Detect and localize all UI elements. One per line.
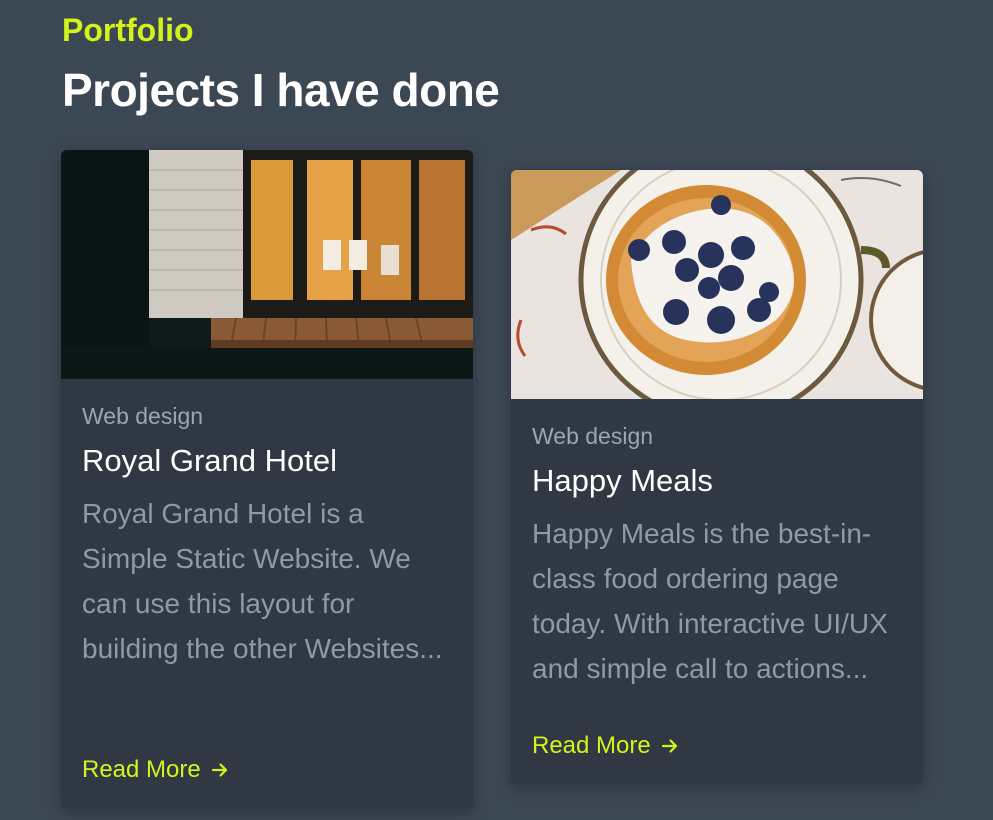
project-category: Web design	[82, 403, 204, 429]
read-more-label: Read More	[532, 732, 651, 759]
project-card-happy-meals: Web design Happy Meals Happy Meals is th…	[511, 170, 923, 784]
section-title: Projects I have done	[62, 64, 500, 116]
arrow-right-icon	[661, 739, 677, 753]
project-description: Royal Grand Hotel is a Simple Static Web…	[82, 498, 443, 664]
read-more-link[interactable]: Read More	[82, 755, 229, 785]
card-body: Web design Royal Grand Hotel Royal Grand…	[61, 401, 473, 671]
section-eyebrow: Portfolio	[62, 12, 194, 48]
project-description: Happy Meals is the best-in-class food or…	[532, 518, 888, 684]
read-more-label: Read More	[82, 756, 201, 783]
project-card-royal-grand-hotel: Web design Royal Grand Hotel Royal Grand…	[61, 150, 473, 809]
project-title: Royal Grand Hotel	[82, 443, 338, 478]
hotel-house-image	[61, 150, 473, 379]
project-category: Web design	[532, 423, 654, 449]
project-title: Happy Meals	[532, 463, 713, 498]
arrow-right-icon	[211, 763, 227, 777]
pancakes-image	[511, 170, 923, 399]
read-more-link[interactable]: Read More	[532, 731, 679, 761]
card-body: Web design Happy Meals Happy Meals is th…	[511, 421, 923, 691]
portfolio-section: Portfolio Projects I have done Web desig…	[0, 0, 993, 820]
